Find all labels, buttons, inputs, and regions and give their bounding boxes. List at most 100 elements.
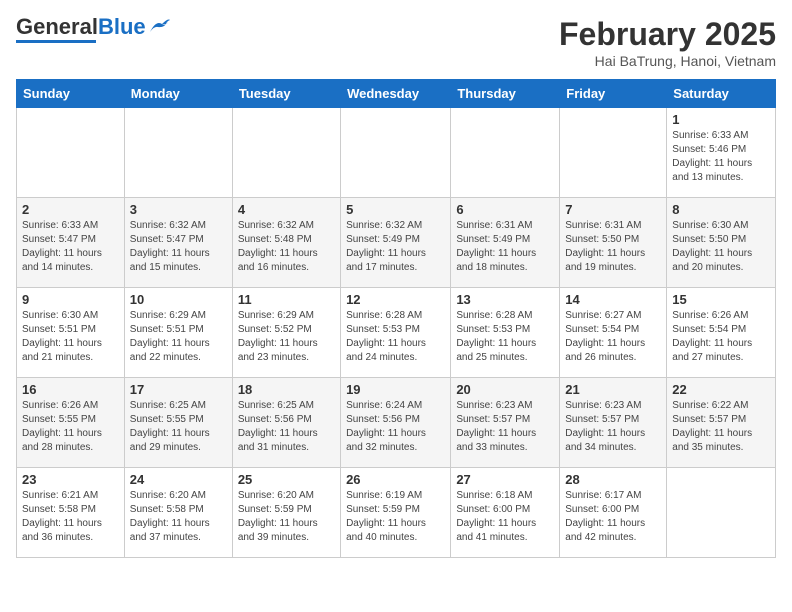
table-row: 6 Sunrise: 6:31 AM Sunset: 5:49 PM Daylig… bbox=[451, 198, 560, 288]
day-number: 19 bbox=[346, 382, 445, 397]
month-title: February 2025 bbox=[559, 16, 776, 53]
calendar-week-row: 9 Sunrise: 6:30 AM Sunset: 5:51 PM Daylig… bbox=[17, 288, 776, 378]
day-number: 12 bbox=[346, 292, 445, 307]
day-number: 13 bbox=[456, 292, 554, 307]
day-number: 22 bbox=[672, 382, 770, 397]
day-number: 3 bbox=[130, 202, 227, 217]
table-row: 2 Sunrise: 6:33 AM Sunset: 5:47 PM Daylig… bbox=[17, 198, 125, 288]
logo: GeneralBlue bbox=[16, 16, 170, 43]
day-info: Sunrise: 6:29 AM Sunset: 5:52 PM Dayligh… bbox=[238, 309, 335, 365]
table-row bbox=[232, 108, 340, 198]
table-row: 16Sunrise: 6:26 AM Sunset: 5:55 PM Dayli… bbox=[17, 378, 125, 468]
day-number: 17 bbox=[130, 382, 227, 397]
table-row: 24Sunrise: 6:20 AM Sunset: 5:58 PM Dayli… bbox=[124, 468, 232, 558]
location: Hai BaTrung, Hanoi, Vietnam bbox=[559, 53, 776, 69]
day-info: Sunrise: 6:31 AM Sunset: 5:49 PM Dayligh… bbox=[456, 219, 554, 275]
day-info: Sunrise: 6:18 AM Sunset: 6:00 PM Dayligh… bbox=[456, 489, 554, 545]
day-info: Sunrise: 6:26 AM Sunset: 5:54 PM Dayligh… bbox=[672, 309, 770, 365]
calendar-week-row: 2 Sunrise: 6:33 AM Sunset: 5:47 PM Daylig… bbox=[17, 198, 776, 288]
day-info: Sunrise: 6:19 AM Sunset: 5:59 PM Dayligh… bbox=[346, 489, 445, 545]
col-thursday: Thursday bbox=[451, 80, 560, 108]
table-row bbox=[17, 108, 125, 198]
table-row bbox=[560, 108, 667, 198]
day-number: 27 bbox=[456, 472, 554, 487]
table-row: 7 Sunrise: 6:31 AM Sunset: 5:50 PM Daylig… bbox=[560, 198, 667, 288]
calendar-table: Sunday Monday Tuesday Wednesday Thursday… bbox=[16, 79, 776, 558]
table-row: 1 Sunrise: 6:33 AM Sunset: 5:46 PM Daylig… bbox=[667, 108, 776, 198]
day-info: Sunrise: 6:29 AM Sunset: 5:51 PM Dayligh… bbox=[130, 309, 227, 365]
table-row: 21 Sunrise: 6:23 AM Sunset: 5:57 PM Dayli… bbox=[560, 378, 667, 468]
day-info: Sunrise: 6:32 AM Sunset: 5:48 PM Dayligh… bbox=[238, 219, 335, 275]
table-row: 23 Sunrise: 6:21 AM Sunset: 5:58 PM Dayli… bbox=[17, 468, 125, 558]
day-info: Sunrise: 6:32 AM Sunset: 5:47 PM Dayligh… bbox=[130, 219, 227, 275]
day-number: 23 bbox=[22, 472, 119, 487]
calendar-week-row: 23 Sunrise: 6:21 AM Sunset: 5:58 PM Dayli… bbox=[17, 468, 776, 558]
table-row: 3 Sunrise: 6:32 AM Sunset: 5:47 PM Daylig… bbox=[124, 198, 232, 288]
table-row: 8 Sunrise: 6:30 AM Sunset: 5:50 PM Daylig… bbox=[667, 198, 776, 288]
table-row: 25 Sunrise: 6:20 AM Sunset: 5:59 PM Dayli… bbox=[232, 468, 340, 558]
table-row: 13Sunrise: 6:28 AM Sunset: 5:53 PM Dayli… bbox=[451, 288, 560, 378]
day-info: Sunrise: 6:25 AM Sunset: 5:55 PM Dayligh… bbox=[130, 399, 227, 455]
table-row: 17 Sunrise: 6:25 AM Sunset: 5:55 PM Dayli… bbox=[124, 378, 232, 468]
day-number: 16 bbox=[22, 382, 119, 397]
day-info: Sunrise: 6:33 AM Sunset: 5:46 PM Dayligh… bbox=[672, 129, 770, 185]
table-row: 4 Sunrise: 6:32 AM Sunset: 5:48 PM Daylig… bbox=[232, 198, 340, 288]
table-row: 12Sunrise: 6:28 AM Sunset: 5:53 PM Dayli… bbox=[341, 288, 451, 378]
day-number: 6 bbox=[456, 202, 554, 217]
logo-underline bbox=[16, 40, 96, 43]
day-info: Sunrise: 6:33 AM Sunset: 5:47 PM Dayligh… bbox=[22, 219, 119, 275]
day-number: 9 bbox=[22, 292, 119, 307]
table-row: 5 Sunrise: 6:32 AM Sunset: 5:49 PM Daylig… bbox=[341, 198, 451, 288]
day-number: 18 bbox=[238, 382, 335, 397]
table-row: 28Sunrise: 6:17 AM Sunset: 6:00 PM Dayli… bbox=[560, 468, 667, 558]
day-info: Sunrise: 6:32 AM Sunset: 5:49 PM Dayligh… bbox=[346, 219, 445, 275]
day-info: Sunrise: 6:20 AM Sunset: 5:59 PM Dayligh… bbox=[238, 489, 335, 545]
table-row bbox=[341, 108, 451, 198]
day-number: 26 bbox=[346, 472, 445, 487]
table-row bbox=[124, 108, 232, 198]
table-row bbox=[667, 468, 776, 558]
day-info: Sunrise: 6:24 AM Sunset: 5:56 PM Dayligh… bbox=[346, 399, 445, 455]
day-number: 11 bbox=[238, 292, 335, 307]
day-number: 1 bbox=[672, 112, 770, 127]
table-row: 15 Sunrise: 6:26 AM Sunset: 5:54 PM Dayli… bbox=[667, 288, 776, 378]
day-info: Sunrise: 6:21 AM Sunset: 5:58 PM Dayligh… bbox=[22, 489, 119, 545]
logo-bird-icon bbox=[148, 18, 170, 36]
table-row: 20Sunrise: 6:23 AM Sunset: 5:57 PM Dayli… bbox=[451, 378, 560, 468]
day-number: 7 bbox=[565, 202, 661, 217]
day-number: 25 bbox=[238, 472, 335, 487]
col-monday: Monday bbox=[124, 80, 232, 108]
day-info: Sunrise: 6:22 AM Sunset: 5:57 PM Dayligh… bbox=[672, 399, 770, 455]
col-saturday: Saturday bbox=[667, 80, 776, 108]
day-info: Sunrise: 6:31 AM Sunset: 5:50 PM Dayligh… bbox=[565, 219, 661, 275]
day-info: Sunrise: 6:30 AM Sunset: 5:50 PM Dayligh… bbox=[672, 219, 770, 275]
calendar-week-row: 16Sunrise: 6:26 AM Sunset: 5:55 PM Dayli… bbox=[17, 378, 776, 468]
calendar-header-row: Sunday Monday Tuesday Wednesday Thursday… bbox=[17, 80, 776, 108]
day-number: 8 bbox=[672, 202, 770, 217]
day-number: 4 bbox=[238, 202, 335, 217]
col-friday: Friday bbox=[560, 80, 667, 108]
table-row: 9 Sunrise: 6:30 AM Sunset: 5:51 PM Daylig… bbox=[17, 288, 125, 378]
day-number: 15 bbox=[672, 292, 770, 307]
table-row: 14Sunrise: 6:27 AM Sunset: 5:54 PM Dayli… bbox=[560, 288, 667, 378]
day-info: Sunrise: 6:25 AM Sunset: 5:56 PM Dayligh… bbox=[238, 399, 335, 455]
day-number: 20 bbox=[456, 382, 554, 397]
col-wednesday: Wednesday bbox=[341, 80, 451, 108]
table-row: 26 Sunrise: 6:19 AM Sunset: 5:59 PM Dayli… bbox=[341, 468, 451, 558]
day-number: 21 bbox=[565, 382, 661, 397]
day-number: 10 bbox=[130, 292, 227, 307]
title-section: February 2025 Hai BaTrung, Hanoi, Vietna… bbox=[559, 16, 776, 69]
table-row: 19 Sunrise: 6:24 AM Sunset: 5:56 PM Dayli… bbox=[341, 378, 451, 468]
page-header: GeneralBlue February 2025 Hai BaTrung, H… bbox=[16, 16, 776, 69]
day-number: 5 bbox=[346, 202, 445, 217]
col-tuesday: Tuesday bbox=[232, 80, 340, 108]
col-sunday: Sunday bbox=[17, 80, 125, 108]
table-row: 10 Sunrise: 6:29 AM Sunset: 5:51 PM Dayli… bbox=[124, 288, 232, 378]
day-info: Sunrise: 6:27 AM Sunset: 5:54 PM Dayligh… bbox=[565, 309, 661, 365]
day-number: 2 bbox=[22, 202, 119, 217]
day-info: Sunrise: 6:30 AM Sunset: 5:51 PM Dayligh… bbox=[22, 309, 119, 365]
table-row: 22 Sunrise: 6:22 AM Sunset: 5:57 PM Dayli… bbox=[667, 378, 776, 468]
calendar-week-row: 1 Sunrise: 6:33 AM Sunset: 5:46 PM Daylig… bbox=[17, 108, 776, 198]
day-info: Sunrise: 6:20 AM Sunset: 5:58 PM Dayligh… bbox=[130, 489, 227, 545]
day-info: Sunrise: 6:23 AM Sunset: 5:57 PM Dayligh… bbox=[565, 399, 661, 455]
